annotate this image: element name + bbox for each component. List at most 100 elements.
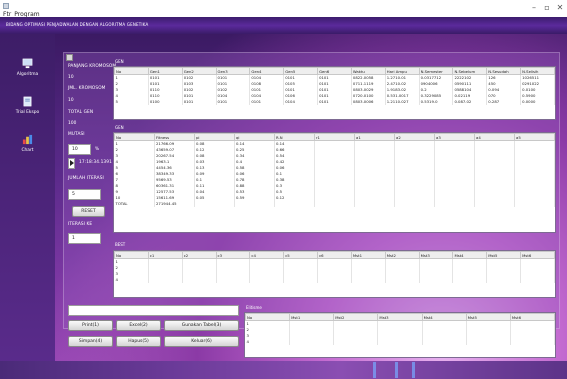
table-cell[interactable] <box>434 200 475 207</box>
table-cell[interactable] <box>385 276 420 283</box>
sidebar-item-algoritma[interactable]: Algoritma <box>0 58 55 77</box>
hapus-button[interactable]: Hapus(5) <box>116 336 161 347</box>
table-cell[interactable] <box>514 200 555 207</box>
table-cell[interactable] <box>194 200 235 207</box>
column-header[interactable]: Mst2 <box>333 313 379 321</box>
table-cell[interactable] <box>216 276 251 283</box>
column-header[interactable]: Waktu <box>350 67 386 75</box>
table-cell[interactable] <box>182 276 217 283</box>
fitness-grid[interactable]: No Fitness pi qi R.N r1 a1 a2 a3 a4 a5 1 21766.09 0.0… <box>114 133 555 207</box>
column-header[interactable]: Gen2 <box>181 67 217 75</box>
column-header[interactable]: Fitness <box>154 133 195 141</box>
gen-grid[interactable]: No Gen1 Gen2 Gen3 Gen4 Gen5 Gen6 Waktu Hari Ampu… <box>114 67 555 105</box>
table-cell[interactable] <box>249 276 285 283</box>
table-cell[interactable]: 0101 <box>317 98 352 105</box>
close-button[interactable]: ✕ <box>554 3 566 12</box>
table-cell[interactable]: 271944.45 <box>154 200 195 207</box>
column-header[interactable]: a2 <box>394 133 435 141</box>
table-cell[interactable]: 0101 <box>249 98 285 105</box>
column-header[interactable]: Mst6 <box>509 313 555 321</box>
keluar-button[interactable]: Keluar(6) <box>164 336 239 347</box>
table-cell[interactable] <box>314 200 355 207</box>
sidebar-item-trial[interactable]: Trial Ekspo <box>0 96 55 115</box>
column-header[interactable]: Gen1 <box>147 67 183 75</box>
elitisme-table[interactable]: No Mst1 Mst2 Mst3 Mst4 Mst5 Mst6 1 2 3 4 <box>244 312 556 358</box>
column-header[interactable]: c5 <box>283 251 319 259</box>
table-cell[interactable] <box>148 276 183 283</box>
column-header[interactable]: a5 <box>514 133 555 141</box>
column-header[interactable]: Hari Ampu <box>384 67 420 75</box>
table-cell[interactable] <box>486 276 522 283</box>
column-header[interactable]: N.Selisih <box>520 67 555 75</box>
column-header[interactable]: c6 <box>317 251 352 259</box>
gen-table[interactable]: No Gen1 Gen2 Gen3 Gen4 Gen5 Gen6 Waktu Hari Ampu… <box>113 66 556 120</box>
column-header[interactable]: qi <box>234 133 275 141</box>
excel-button[interactable]: Excel(2) <box>116 320 161 331</box>
column-header[interactable]: c3 <box>215 251 251 259</box>
table-cell[interactable] <box>333 338 379 345</box>
table-cell[interactable]: 0101 <box>216 98 251 105</box>
column-header[interactable]: No <box>114 251 149 259</box>
jumlah-iterasi-input[interactable]: 5 <box>68 189 101 200</box>
table-cell[interactable]: 0104 <box>283 98 319 105</box>
table-cell[interactable]: 0.287 <box>486 98 522 105</box>
table-cell[interactable] <box>422 338 467 345</box>
mutasi-input[interactable]: 10 <box>68 144 91 155</box>
column-header[interactable]: Mst5 <box>465 313 511 321</box>
reset-button[interactable]: RESET <box>72 206 105 217</box>
table-row[interactable]: 4 <box>114 276 555 283</box>
gunakan-button[interactable]: Gunakan Tabel(3) <box>164 320 239 331</box>
column-header[interactable]: a3 <box>434 133 475 141</box>
table-cell[interactable]: 0.5319.0 <box>419 98 454 105</box>
column-header[interactable]: N.Semester <box>418 67 454 75</box>
column-header[interactable]: Mst5 <box>486 251 522 259</box>
table-cell[interactable] <box>317 276 352 283</box>
table-row[interactable]: TOTAL 271944.45 <box>114 200 555 207</box>
column-header[interactable]: Gen6 <box>317 67 352 75</box>
table-cell[interactable] <box>234 200 275 207</box>
column-header[interactable]: Mst2 <box>384 251 420 259</box>
table-cell[interactable] <box>474 200 515 207</box>
column-header[interactable]: No <box>114 133 155 141</box>
table-cell[interactable]: 0.0000 <box>520 98 555 105</box>
column-header[interactable]: No <box>245 313 291 321</box>
table-cell[interactable] <box>377 338 423 345</box>
column-header[interactable]: a1 <box>354 133 395 141</box>
column-header[interactable]: N.Sebelum <box>452 67 488 75</box>
column-header[interactable]: Gen4 <box>249 67 285 75</box>
table-row[interactable]: 5 0100 0101 0101 0101 0104 0101 0803.0006 1.2110… <box>114 98 555 105</box>
play-button[interactable] <box>68 158 75 169</box>
column-header[interactable]: Mst6 <box>520 251 555 259</box>
table-cell[interactable] <box>274 200 315 207</box>
table-cell[interactable] <box>289 338 335 345</box>
table-cell[interactable] <box>394 200 435 207</box>
table-cell[interactable] <box>419 276 454 283</box>
table-cell[interactable] <box>354 200 395 207</box>
elitisme-grid[interactable]: No Mst1 Mst2 Mst3 Mst4 Mst5 Mst6 1 2 3 4 <box>245 313 555 345</box>
column-header[interactable]: a4 <box>474 133 515 141</box>
column-header[interactable]: No <box>114 67 149 75</box>
column-header[interactable]: pi <box>194 133 235 141</box>
best-grid[interactable]: No c1 c2 c3 c4 c5 c6 Mst1 Mst2 Mst3 Mst4 Mst5 Mst6 1 2… <box>114 251 555 283</box>
table-cell[interactable]: 0.087.02 <box>452 98 488 105</box>
column-header[interactable]: c1 <box>147 251 183 259</box>
column-header[interactable]: c2 <box>181 251 217 259</box>
column-header[interactable]: r1 <box>314 133 355 141</box>
print-button[interactable]: Print(1) <box>68 320 113 331</box>
minimize-button[interactable]: – <box>528 3 540 12</box>
table-cell[interactable]: 5 <box>114 98 149 105</box>
table-cell[interactable]: 4 <box>114 276 149 283</box>
column-header[interactable]: R.N <box>274 133 315 141</box>
table-cell[interactable]: 0101 <box>182 98 217 105</box>
table-cell[interactable]: 0100 <box>148 98 183 105</box>
table-cell[interactable] <box>283 276 319 283</box>
table-cell[interactable]: 1.2110.027 <box>385 98 420 105</box>
table-cell[interactable] <box>520 276 555 283</box>
table-cell[interactable]: 0803.0006 <box>351 98 386 105</box>
table-cell[interactable] <box>351 276 386 283</box>
status-input[interactable] <box>68 305 239 316</box>
table-cell[interactable]: TOTAL <box>114 200 155 207</box>
best-table[interactable]: No c1 c2 c3 c4 c5 c6 Mst1 Mst2 Mst3 Mst4 Mst5 Mst6 1 2… <box>113 250 556 298</box>
column-header[interactable]: Mst3 <box>418 251 454 259</box>
column-header[interactable]: N.Sesudah <box>486 67 522 75</box>
